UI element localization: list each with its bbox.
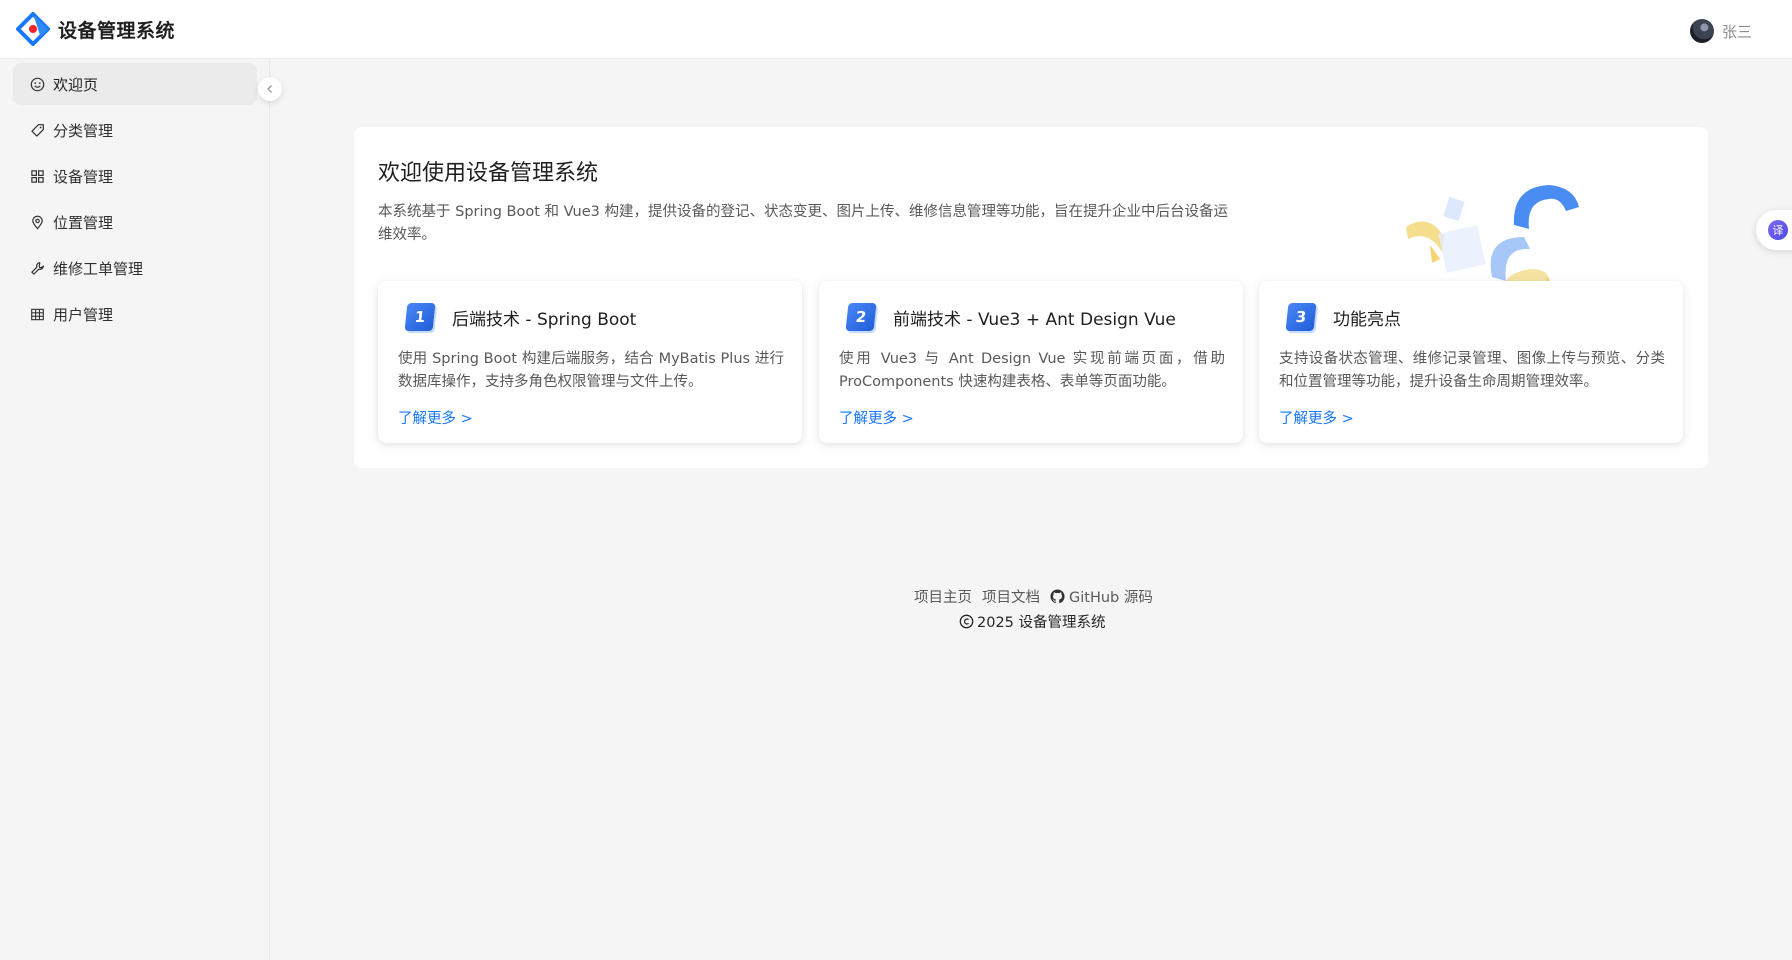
wrench-icon — [29, 260, 45, 276]
feature-description: 使用 Spring Boot 构建后端服务，结合 MyBatis Plus 进行… — [398, 351, 784, 390]
sidebar-collapse-button[interactable] — [258, 77, 282, 101]
feature-card-highlights: 3 功能亮点 支持设备状态管理、维修记录管理、图像上传与预览、分类和位置管理等功… — [1259, 281, 1683, 443]
appstore-icon — [29, 168, 45, 184]
sidebar-item-device[interactable]: 设备管理 — [13, 155, 257, 197]
feature-number-badge: 3 — [1285, 303, 1317, 331]
feature-number-badge: 1 — [404, 303, 436, 331]
location-pin-icon — [29, 214, 45, 230]
sidebar-item-welcome[interactable]: 欢迎页 — [13, 63, 257, 105]
welcome-description: 本系统基于 Spring Boot 和 Vue3 构建，提供设备的登记、状态变更… — [378, 204, 1228, 243]
tag-icon — [29, 122, 45, 138]
learn-more-link[interactable]: 了解更多 > — [1279, 407, 1354, 428]
sidebar-item-label: 设备管理 — [53, 167, 114, 186]
smile-icon — [29, 76, 45, 92]
sidebar-item-location[interactable]: 位置管理 — [13, 201, 257, 243]
sidebar: 欢迎页 分类管理 设备管理 位置管理 维修工单管理 用户管理 — [0, 59, 270, 960]
chevron-left-icon — [267, 85, 272, 93]
feature-title: 后端技术 - Spring Boot — [452, 309, 637, 330]
sidebar-item-label: 位置管理 — [53, 213, 114, 232]
feature-number-badge: 2 — [845, 303, 877, 331]
github-icon — [1050, 589, 1065, 604]
app-title: 设备管理系统 — [58, 20, 176, 42]
feature-description: 使用 Vue3 与 Ant Design Vue 实现前端页面，借助 ProCo… — [839, 351, 1225, 390]
sidebar-item-label: 维修工单管理 — [53, 259, 144, 278]
feature-title: 前端技术 - Vue3 + Ant Design Vue — [893, 309, 1176, 330]
feature-description: 支持设备状态管理、维修记录管理、图像上传与预览、分类和位置管理等功能，提升设备生… — [1279, 351, 1665, 390]
feature-card-backend: 1 后端技术 - Spring Boot 使用 Spring Boot 构建后端… — [378, 281, 802, 443]
learn-more-link[interactable]: 了解更多 > — [398, 407, 473, 428]
translate-button[interactable]: 译 — [1756, 210, 1792, 250]
user-menu[interactable]: 张三 — [1689, 19, 1752, 43]
feature-card-frontend: 2 前端技术 - Vue3 + Ant Design Vue 使用 Vue3 与… — [819, 281, 1243, 443]
top-header: 设备管理系统 张三 — [0, 0, 1792, 59]
avatar[interactable] — [1689, 19, 1714, 43]
copyright: 2025 设备管理系统 — [959, 611, 1106, 632]
logo-icon — [16, 12, 50, 46]
sidebar-item-label: 用户管理 — [53, 305, 114, 324]
footer-link-label: GitHub 源码 — [1069, 590, 1153, 606]
table-icon — [29, 306, 45, 322]
footer-links: 项目主页 项目文档 GitHub 源码 — [914, 586, 1153, 607]
footer-link-home[interactable]: 项目主页 — [914, 586, 972, 607]
welcome-card: 欢迎使用设备管理系统 本系统基于 Spring Boot 和 Vue3 构建，提… — [354, 127, 1708, 468]
user-name[interactable]: 张三 — [1722, 21, 1752, 42]
sidebar-item-repair-order[interactable]: 维修工单管理 — [13, 247, 257, 289]
sidebar-item-category[interactable]: 分类管理 — [13, 109, 257, 151]
welcome-title: 欢迎使用设备管理系统 — [378, 161, 599, 186]
sidebar-item-user[interactable]: 用户管理 — [13, 293, 257, 335]
footer-link-github[interactable]: GitHub 源码 — [1050, 586, 1153, 607]
learn-more-link[interactable]: 了解更多 > — [839, 407, 914, 428]
sidebar-item-label: 分类管理 — [53, 121, 114, 140]
copyright-icon — [959, 614, 974, 629]
translate-icon: 译 — [1768, 220, 1788, 240]
sidebar-item-label: 欢迎页 — [53, 75, 99, 94]
footer-link-docs[interactable]: 项目文档 — [982, 586, 1040, 607]
copyright-text: 2025 设备管理系统 — [977, 615, 1106, 631]
feature-title: 功能亮点 — [1333, 309, 1401, 330]
